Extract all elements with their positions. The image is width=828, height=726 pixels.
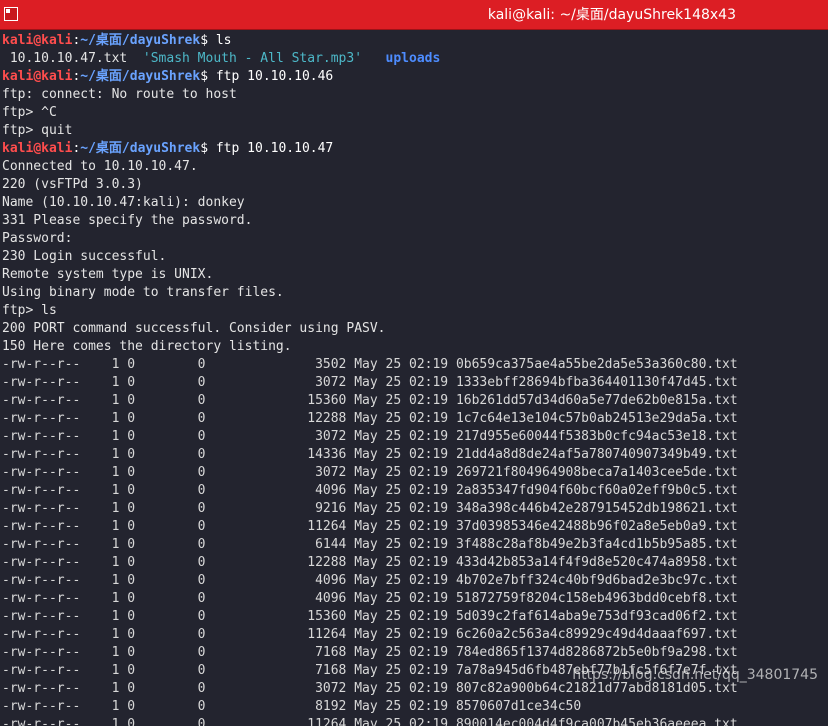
prompt-user: kali	[2, 141, 34, 156]
watermark: https://blog.csdn.net/qq_34801745	[572, 667, 818, 683]
listing-row: -rw-r--r-- 1 0 0 14336 May 25 02:19 21dd…	[2, 447, 738, 462]
prompt-dollar: $	[200, 141, 209, 156]
output-line: 150 Here comes the directory listing.	[2, 339, 292, 354]
listing-row: -rw-r--r-- 1 0 0 8192 May 25 02:19 85706…	[2, 699, 582, 714]
prompt-path: ~/桌面/dayuShrek	[80, 141, 201, 156]
output-line: Remote system type is UNIX.	[2, 267, 214, 282]
listing-row: -rw-r--r-- 1 0 0 11264 May 25 02:19 8900…	[2, 717, 738, 726]
output-line: ftp> ls	[2, 303, 57, 318]
listing-row: -rw-r--r-- 1 0 0 7168 May 25 02:19 784ed…	[2, 645, 738, 660]
terminal-output[interactable]: kali@kali:~/桌面/dayuShrek$ ls 10.10.10.47…	[0, 30, 828, 726]
prompt-path: ~/桌面/dayuShrek	[80, 69, 201, 84]
prompt-at: @	[33, 33, 42, 48]
output-line: 331 Please specify the password.	[2, 213, 253, 228]
listing-row: -rw-r--r-- 1 0 0 6144 May 25 02:19 3f488…	[2, 537, 738, 552]
output-line: 200 PORT command successful. Consider us…	[2, 321, 386, 336]
listing-row: -rw-r--r-- 1 0 0 3502 May 25 02:19 0b659…	[2, 357, 738, 372]
command-text: ftp 10.10.10.46	[208, 69, 334, 84]
listing-row: -rw-r--r-- 1 0 0 11264 May 25 02:19 6c26…	[2, 627, 738, 642]
output-line: Password:	[2, 231, 73, 246]
output-line: ftp: connect: No route to host	[2, 87, 237, 102]
listing-row: -rw-r--r-- 1 0 0 4096 May 25 02:19 51872…	[2, 591, 738, 606]
prompt-at: @	[33, 141, 42, 156]
prompt-path: ~/桌面/dayuShrek	[80, 33, 201, 48]
prompt-at: @	[33, 69, 42, 84]
prompt-host: kali	[41, 69, 73, 84]
file-mp3: 'Smash Mouth - All Star.mp3'	[142, 51, 363, 66]
output-line: ftp> ^C	[2, 105, 57, 120]
prompt-user: kali	[2, 33, 34, 48]
listing-row: -rw-r--r-- 1 0 0 15360 May 25 02:19 16b2…	[2, 393, 738, 408]
ls-output-line: 10.10.10.47.txt 'Smash Mouth - All Star.…	[2, 50, 441, 68]
command-text: ls	[208, 33, 232, 48]
listing-row: -rw-r--r-- 1 0 0 9216 May 25 02:19 348a3…	[2, 501, 738, 516]
listing-row: -rw-r--r-- 1 0 0 12288 May 25 02:19 1c7c…	[2, 411, 738, 426]
listing-row: -rw-r--r-- 1 0 0 4096 May 25 02:19 4b702…	[2, 573, 738, 588]
prompt-user: kali	[2, 69, 34, 84]
prompt-line: kali@kali:~/桌面/dayuShrek$ ls	[2, 32, 232, 50]
listing-row: -rw-r--r-- 1 0 0 11264 May 25 02:19 37d0…	[2, 519, 738, 534]
prompt-host: kali	[41, 33, 73, 48]
output-line: 230 Login successful.	[2, 249, 167, 264]
listing-row: -rw-r--r-- 1 0 0 3072 May 25 02:19 26972…	[2, 465, 738, 480]
listing-row: -rw-r--r-- 1 0 0 15360 May 25 02:19 5d03…	[2, 609, 738, 624]
listing-row: -rw-r--r-- 1 0 0 4096 May 25 02:19 2a835…	[2, 483, 738, 498]
prompt-dollar: $	[200, 69, 209, 84]
output-line: 220 (vsFTPd 3.0.3)	[2, 177, 143, 192]
file-txt: 10.10.10.47.txt	[2, 51, 143, 66]
command-text: ftp 10.10.10.47	[208, 141, 334, 156]
output-line: Name (10.10.10.47:kali): donkey	[2, 195, 245, 210]
output-line: Using binary mode to transfer files.	[2, 285, 284, 300]
listing-row: -rw-r--r-- 1 0 0 12288 May 25 02:19 433d…	[2, 555, 738, 570]
window-titlebar[interactable]: kali@kali: ~/桌面/dayuShrek148x43	[0, 0, 828, 30]
window-title: kali@kali: ~/桌面/dayuShrek148x43	[487, 7, 736, 23]
output-line: Connected to 10.10.10.47.	[2, 159, 198, 174]
output-line: ftp> quit	[2, 123, 73, 138]
prompt-host: kali	[41, 141, 73, 156]
listing-row: -rw-r--r-- 1 0 0 3072 May 25 02:19 217d9…	[2, 429, 738, 444]
terminal-icon[interactable]	[4, 7, 18, 21]
prompt-dollar: $	[200, 33, 209, 48]
directory-uploads: uploads	[385, 51, 441, 66]
prompt-line: kali@kali:~/桌面/dayuShrek$ ftp 10.10.10.4…	[2, 68, 333, 86]
listing-row: -rw-r--r-- 1 0 0 3072 May 25 02:19 1333e…	[2, 375, 738, 390]
prompt-line: kali@kali:~/桌面/dayuShrek$ ftp 10.10.10.4…	[2, 140, 333, 158]
